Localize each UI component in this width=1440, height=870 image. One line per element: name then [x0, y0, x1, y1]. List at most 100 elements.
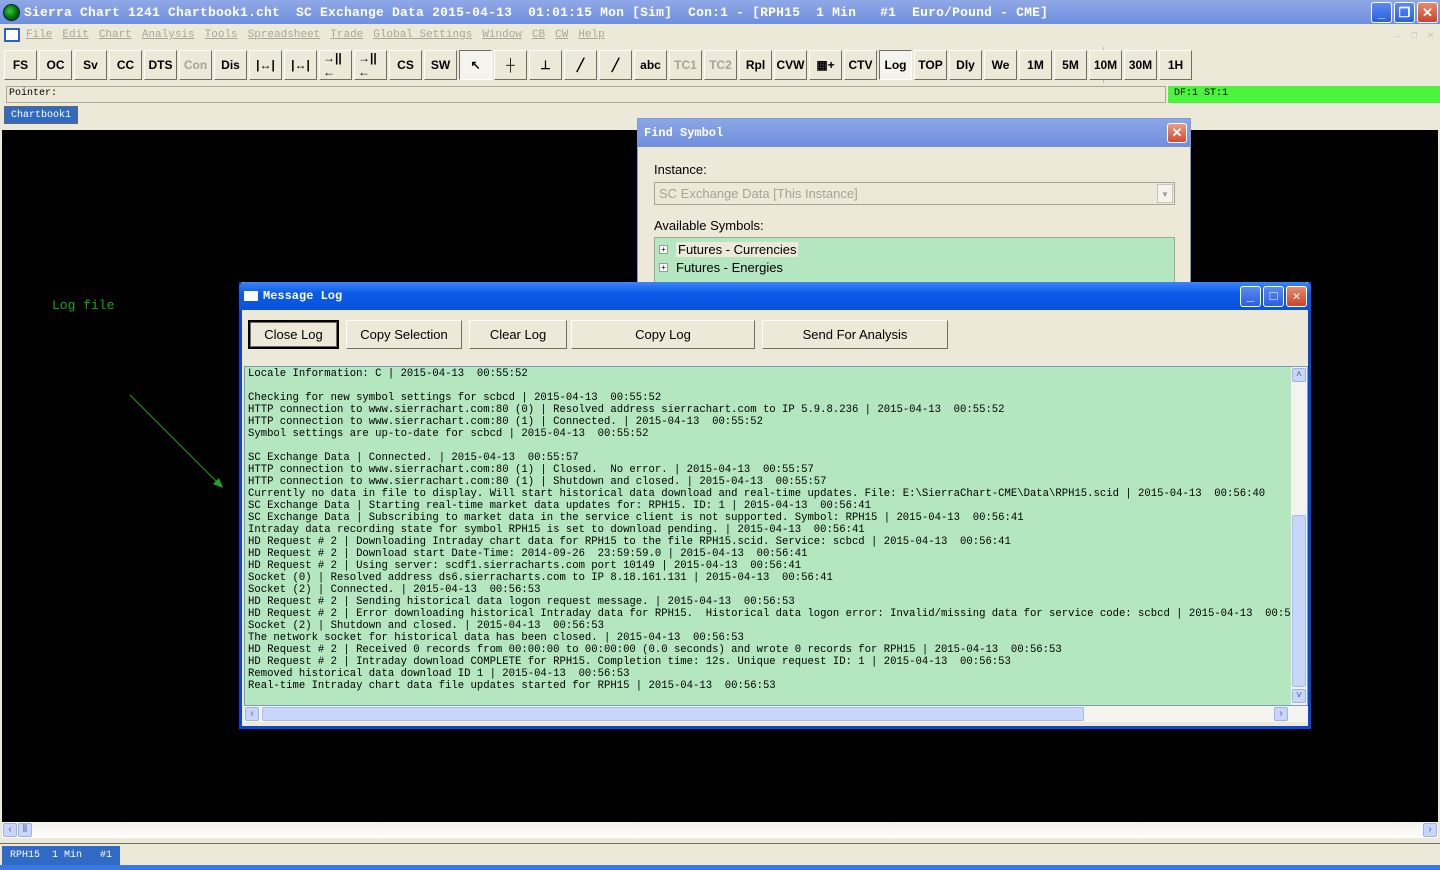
- chevron-down-icon: ▼: [1157, 184, 1173, 203]
- toolbar-button-1-2[interactable]: Dis: [214, 50, 247, 80]
- toolbar-button-2-4[interactable]: CS: [389, 50, 422, 80]
- toolbar-button-2-2[interactable]: →||←: [319, 50, 352, 80]
- scroll-right-icon[interactable]: ›: [1274, 707, 1288, 721]
- tree-node[interactable]: + Futures - Currencies: [659, 240, 1170, 258]
- toolbar-button-2-1[interactable]: |↔|: [284, 50, 317, 80]
- toolbar-button-3-5[interactable]: abc: [634, 50, 667, 80]
- toolbar-button-5-2[interactable]: 1M: [1019, 50, 1052, 80]
- toolbar-button-5-3[interactable]: 5M: [1054, 50, 1087, 80]
- chart-tabs: RPH15 1 Min #1: [0, 843, 1440, 865]
- log-minimize-button[interactable]: _: [1240, 286, 1261, 307]
- close-log-button[interactable]: Close Log: [248, 320, 339, 349]
- menu-edit[interactable]: Edit: [62, 29, 88, 41]
- toolbar-button-0-3[interactable]: CC: [109, 50, 142, 80]
- minimize-button[interactable]: _: [1371, 2, 1392, 23]
- toolbar-button-2-0[interactable]: |↔|: [249, 50, 282, 80]
- toolbar-button-5-6[interactable]: 1H: [1159, 50, 1192, 80]
- log-close-button[interactable]: ✕: [1286, 286, 1307, 307]
- menu-analysis[interactable]: Analysis: [142, 29, 195, 41]
- toolbar-button-4-3[interactable]: CTV: [844, 50, 877, 80]
- toolbar-button-3-1[interactable]: ┼: [494, 50, 527, 80]
- chart-tab[interactable]: RPH15 1 Min #1: [2, 846, 121, 865]
- toolbar-button-0-1[interactable]: OC: [39, 50, 72, 80]
- toolbar-button-3-7[interactable]: TC2: [704, 50, 737, 80]
- log-line: Socket (0) | Resolved address ds6.sierra…: [248, 572, 833, 584]
- scroll-up-icon[interactable]: ˄: [1292, 368, 1306, 382]
- toolbar-button-5-1[interactable]: We: [984, 50, 1017, 80]
- clear-log-button[interactable]: Clear Log: [469, 320, 567, 349]
- menu-cb[interactable]: CB: [532, 29, 545, 41]
- expand-icon[interactable]: +: [659, 244, 668, 254]
- toolbar-button-5-4[interactable]: 10M: [1089, 50, 1122, 80]
- mdi-close-icon[interactable]: ✕: [1427, 28, 1434, 42]
- mdi-minimize-icon[interactable]: _: [1394, 28, 1401, 42]
- chartbook-tab[interactable]: Chartbook1: [4, 106, 79, 124]
- menu-help[interactable]: Help: [578, 29, 604, 41]
- menu-file[interactable]: File: [26, 29, 52, 41]
- toolbar-button-3-3[interactable]: ╱: [564, 50, 597, 80]
- log-line: Removed historical data download ID 1 | …: [248, 668, 630, 680]
- find-symbol-close-button[interactable]: ✕: [1167, 123, 1187, 143]
- log-line: Real-time Intraday chart data file updat…: [248, 680, 776, 692]
- toolbar-button-1-0[interactable]: DTS: [144, 50, 177, 80]
- toolbar-button-5-5[interactable]: 30M: [1124, 50, 1157, 80]
- toolbar-button-3-0[interactable]: ↖: [459, 50, 492, 80]
- scroll-down-icon[interactable]: ˅: [1292, 689, 1306, 703]
- toolbar-button-4-5[interactable]: TOP: [914, 50, 947, 80]
- toolbar-button-4-2[interactable]: ▦+: [809, 50, 842, 80]
- close-button[interactable]: ✕: [1417, 2, 1438, 23]
- menu-global-settings[interactable]: Global Settings: [373, 29, 472, 41]
- chart-annotation-text: Log file: [52, 298, 115, 313]
- toolbar-button-4-1[interactable]: CVW: [774, 50, 807, 80]
- find-symbol-title: Find Symbol: [638, 119, 1190, 147]
- send-for-analysis-button[interactable]: Send For Analysis: [762, 320, 948, 349]
- chart-horizontal-scrollbar[interactable]: ‹ ⦀ ›: [2, 822, 1438, 838]
- document-icon[interactable]: [4, 28, 20, 42]
- window-icon: [244, 291, 258, 301]
- scroll-thumb[interactable]: ⦀: [18, 823, 32, 837]
- toolbar-button-2-5[interactable]: SW: [424, 50, 457, 80]
- log-line: Checking for new symbol settings for scb…: [248, 392, 662, 404]
- menu-chart[interactable]: Chart: [99, 29, 132, 41]
- log-horizontal-scrollbar[interactable]: ‹ ›: [244, 706, 1308, 722]
- toolbar-button-1-1[interactable]: Con: [179, 50, 212, 80]
- menu-trade[interactable]: Trade: [330, 29, 363, 41]
- menu-spreadsheet[interactable]: Spreadsheet: [248, 29, 321, 41]
- log-maximize-button[interactable]: □: [1263, 286, 1284, 307]
- menu-window[interactable]: Window: [482, 29, 522, 41]
- toolbar-button-0-2[interactable]: Sv: [74, 50, 107, 80]
- copy-selection-button[interactable]: Copy Selection: [346, 320, 462, 349]
- annotation-arrow: [129, 394, 223, 488]
- log-line: HD Request # 2 | Sending historical data…: [248, 596, 795, 608]
- toolbar-button-2-3[interactable]: →||←: [354, 50, 387, 80]
- expand-icon[interactable]: +: [659, 262, 668, 272]
- copy-log-button[interactable]: Copy Log: [571, 320, 755, 349]
- tree-node[interactable]: + Futures - Energies: [659, 258, 1170, 276]
- scroll-left-icon[interactable]: ‹: [3, 823, 17, 837]
- log-text-area[interactable]: Locale Information: C | 2015-04-13 00:55…: [244, 366, 1308, 706]
- toolbar-button-4-4[interactable]: Log: [879, 50, 912, 80]
- log-line: HTTP connection to www.sierrachart.com:8…: [248, 476, 827, 488]
- menu-tools[interactable]: Tools: [205, 29, 238, 41]
- toolbar-button-3-2[interactable]: ⊥: [529, 50, 562, 80]
- log-line: HTTP connection to www.sierrachart.com:8…: [248, 464, 814, 476]
- log-vertical-scrollbar[interactable]: ˄ ˅: [1291, 367, 1307, 705]
- menu-cw[interactable]: CW: [555, 29, 568, 41]
- toolbar-button-3-4[interactable]: ╱: [599, 50, 632, 80]
- scroll-thumb[interactable]: [1292, 515, 1306, 687]
- mdi-restore-icon[interactable]: ❐: [1411, 28, 1418, 42]
- connection-status: DF:1 ST:1: [1168, 86, 1440, 103]
- restore-button[interactable]: ❐: [1394, 2, 1415, 23]
- toolbar-button-5-0[interactable]: Dly: [949, 50, 982, 80]
- toolbar-button-0-0[interactable]: FS: [4, 50, 37, 80]
- instance-value: SC Exchange Data [This Instance]: [659, 186, 858, 201]
- toolbar-button-4-0[interactable]: Rpl: [739, 50, 772, 80]
- toolbar-button-3-6[interactable]: TC1: [669, 50, 702, 80]
- menu-bar: File Edit Chart Analysis Tools Spreadsheet Tra…: [0, 24, 1440, 46]
- log-line: The network socket for historical data h…: [248, 632, 744, 644]
- scroll-left-icon[interactable]: ‹: [245, 707, 259, 721]
- scroll-right-icon[interactable]: ›: [1423, 823, 1437, 837]
- scroll-thumb[interactable]: [262, 707, 1084, 721]
- log-line: HD Request # 2 | Download start Date-Tim…: [248, 548, 808, 560]
